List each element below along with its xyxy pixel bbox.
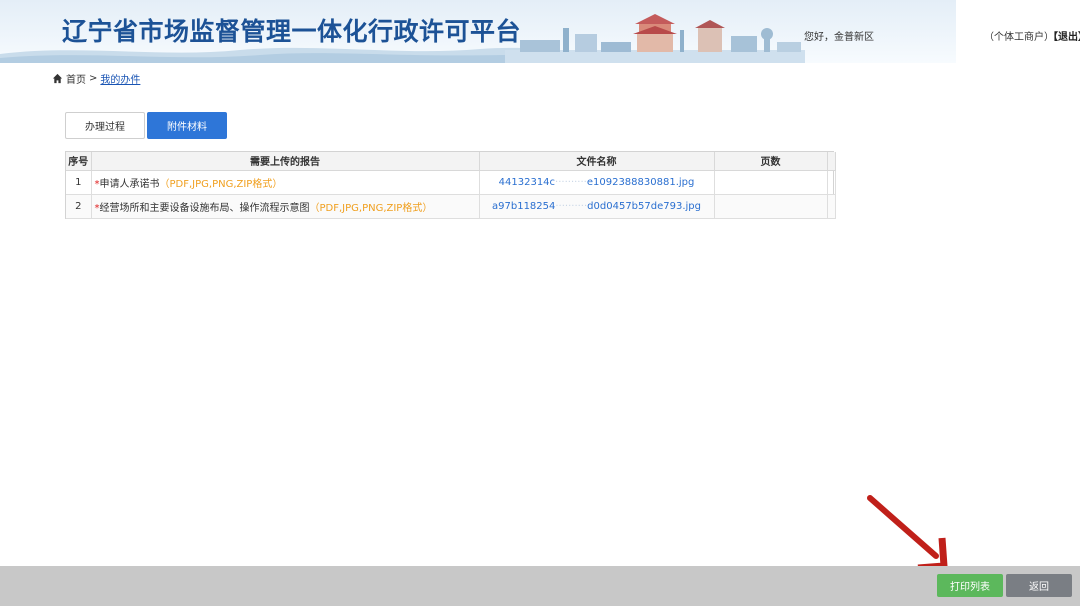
allowed-formats: （PDF,JPG,PNG,ZIP格式） <box>159 178 283 190</box>
footer-bar: 打印列表 返回 <box>0 566 1080 606</box>
table-header-row: 序号 需要上传的报告 文件名称 页数 <box>66 152 836 171</box>
col-header-spacer <box>827 152 836 171</box>
breadcrumb: 首页 > 我的办件 <box>52 71 140 86</box>
table-row: 1 *申请人承诺书（PDF,JPG,PNG,ZIP格式） 44132314c··… <box>66 170 836 195</box>
attachments-table: 序号 需要上传的报告 文件名称 页数 1 *申请人承诺书（PDF,JPG,PNG… <box>65 151 836 219</box>
col-header-filename: 文件名称 <box>479 152 715 171</box>
file-link[interactable]: a97b118254··········d0d0457b57de793.jpg <box>479 194 715 219</box>
report-name: 经营场所和主要设备设施布局、操作流程示意图 <box>99 202 310 214</box>
row-number: 2 <box>66 194 92 219</box>
annotation-arrow-icon <box>867 495 948 572</box>
spacer-cell <box>827 170 836 195</box>
breadcrumb-separator: > <box>89 73 98 84</box>
spacer-cell <box>827 194 836 219</box>
file-link[interactable]: 44132314c··········e1092388830881.jpg <box>479 170 715 195</box>
row-number: 1 <box>66 170 92 195</box>
report-name-cell: *经营场所和主要设备设施布局、操作流程示意图（PDF,JPG,PNG,ZIP格式… <box>91 194 480 219</box>
col-header-no: 序号 <box>66 152 92 171</box>
breadcrumb-home[interactable]: 首页 <box>66 71 86 86</box>
col-header-report: 需要上传的报告 <box>91 152 480 171</box>
tab-process[interactable]: 办理过程 <box>65 112 145 139</box>
logout-link[interactable]: 【退出】 <box>1048 28 1080 43</box>
table-row: 2 *经营场所和主要设备设施布局、操作流程示意图（PDF,JPG,PNG,ZIP… <box>66 194 836 219</box>
user-type-label: （个体工商户） <box>984 32 1054 43</box>
report-name: 申请人承诺书 <box>99 178 160 190</box>
col-header-pages: 页数 <box>714 152 828 171</box>
landmark-skyline-illustration <box>505 14 805 63</box>
report-name-cell: *申请人承诺书（PDF,JPG,PNG,ZIP格式） <box>91 170 480 195</box>
page-count <box>714 194 828 219</box>
tab-attachments[interactable]: 附件材料 <box>147 112 227 139</box>
breadcrumb-current[interactable]: 我的办件 <box>100 71 140 86</box>
print-list-button[interactable]: 打印列表 <box>937 574 1003 597</box>
platform-title: 辽宁省市场监督管理一体化行政许可平台 <box>62 17 522 46</box>
tab-bar: 办理过程 附件材料 <box>65 112 227 139</box>
user-greeting: 您好，金普新区 <box>804 32 874 43</box>
page-count <box>714 170 828 195</box>
page-header: 辽宁省市场监督管理一体化行政许可平台 您好，金普新区 （个体工商户） 【退出】 <box>0 0 1080 63</box>
allowed-formats: （PDF,JPG,PNG,ZIP格式） <box>309 202 433 214</box>
back-button[interactable]: 返回 <box>1006 574 1072 597</box>
home-icon <box>52 73 63 84</box>
